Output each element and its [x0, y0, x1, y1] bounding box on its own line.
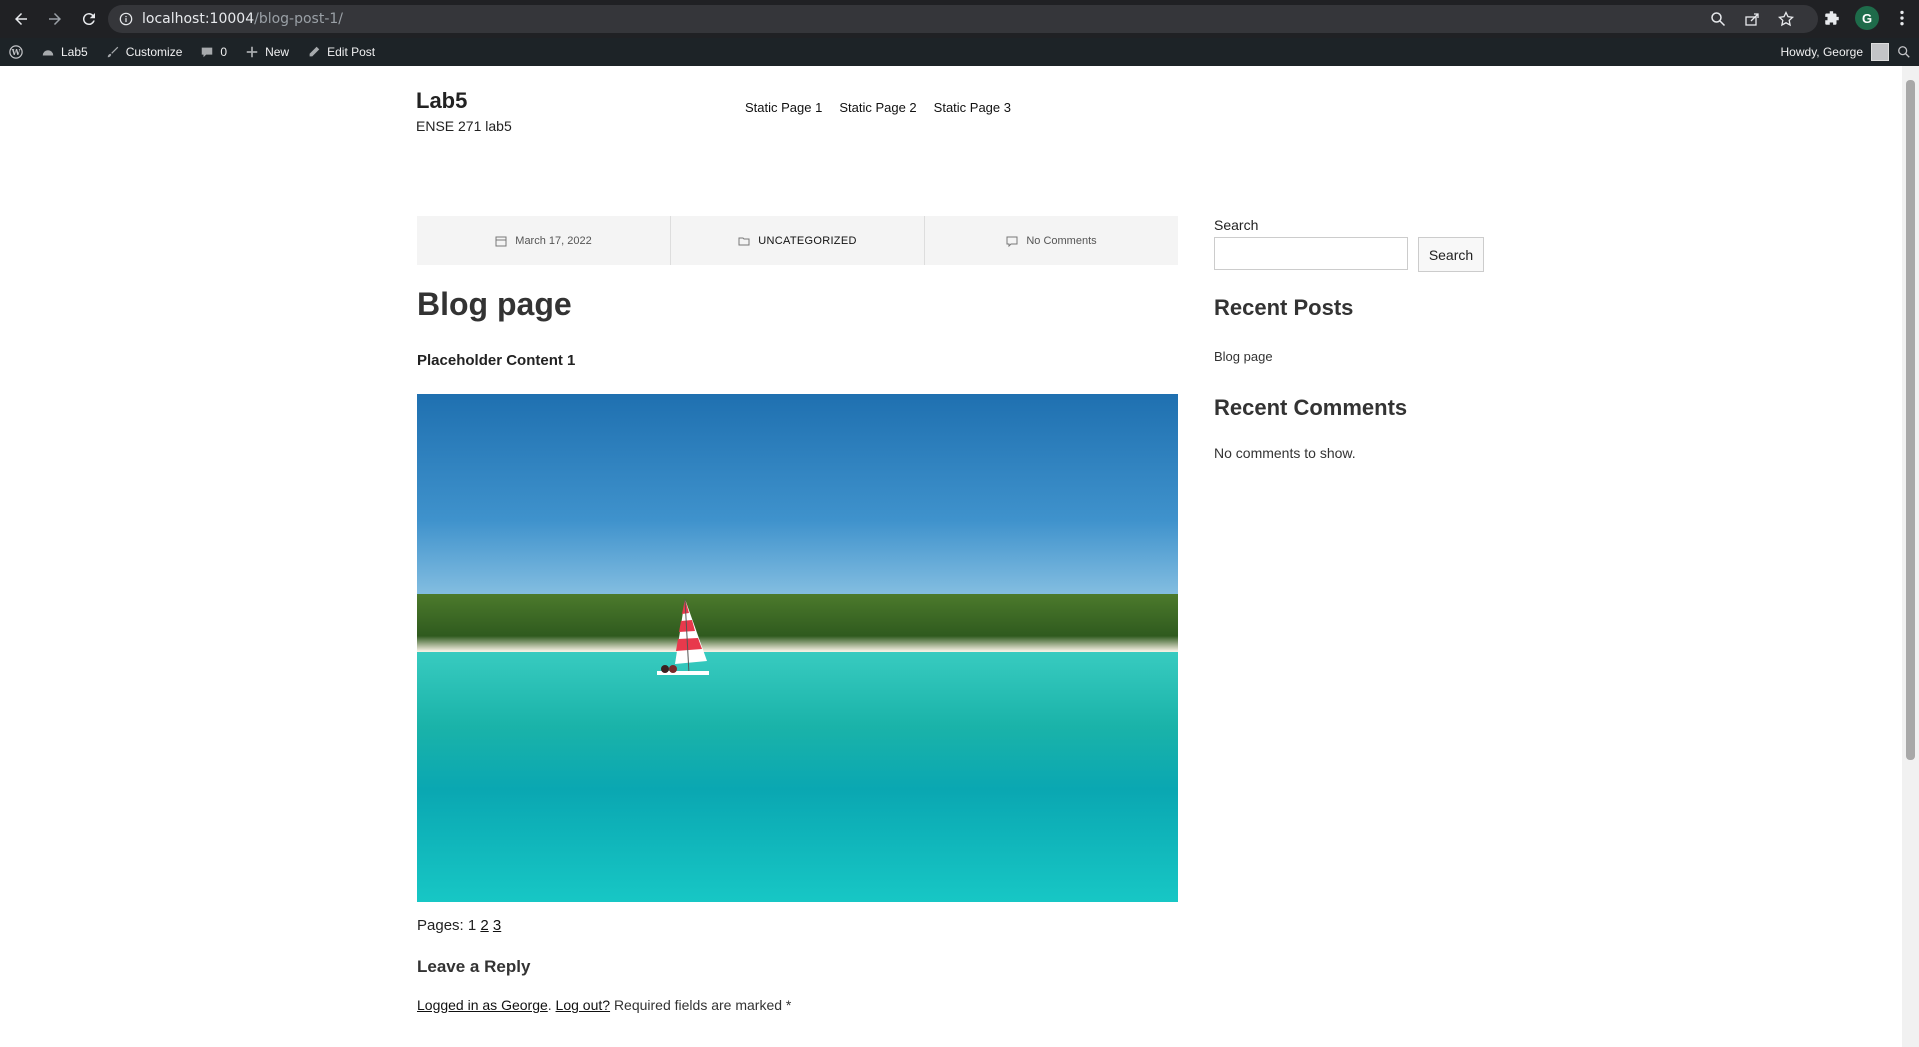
- post-date: March 17, 2022: [417, 216, 671, 265]
- pagination-link-2[interactable]: 2: [480, 917, 488, 934]
- reload-button[interactable]: [76, 6, 102, 32]
- post-meta: March 17, 2022 UNCATEGORIZED No Comments: [417, 216, 1178, 265]
- search-input[interactable]: [1214, 237, 1408, 270]
- recent-comments-title: Recent Comments: [1214, 395, 1408, 420]
- folder-icon: [738, 237, 750, 245]
- post-date-text[interactable]: March 17, 2022: [515, 235, 591, 247]
- address-bar-actions: [1710, 11, 1794, 27]
- back-button[interactable]: [8, 6, 34, 32]
- pagination-link-3[interactable]: 3: [493, 917, 501, 934]
- recent-comments-empty: No comments to show.: [1214, 445, 1356, 461]
- nav-item-static-page-3[interactable]: Static Page 3: [934, 100, 1011, 115]
- profile-avatar[interactable]: G: [1855, 6, 1879, 30]
- forward-button[interactable]: [42, 6, 68, 32]
- search-icon[interactable]: [1897, 45, 1911, 59]
- required-fields-text: Required fields are marked *: [613, 997, 792, 1013]
- wordpress-logo-icon: W: [9, 45, 23, 59]
- wp-comments[interactable]: 0: [191, 38, 236, 66]
- post-pagination: Pages: 1 2 3: [417, 917, 501, 934]
- address-bar[interactable]: localhost:10004/blog-post-1/: [108, 5, 1818, 33]
- search-button[interactable]: Search: [1418, 237, 1484, 272]
- menu-dots-icon[interactable]: [1893, 9, 1911, 27]
- user-avatar[interactable]: [1871, 43, 1889, 61]
- bookmark-star-icon[interactable]: [1778, 11, 1794, 27]
- reply-title: Leave a Reply: [417, 957, 531, 976]
- wp-logo-button[interactable]: W: [0, 38, 32, 66]
- zoom-icon[interactable]: [1710, 11, 1726, 27]
- reload-icon: [82, 13, 95, 26]
- post-comments-link[interactable]: No Comments: [1026, 235, 1096, 247]
- pencil-icon: [309, 46, 320, 57]
- post-comments: No Comments: [925, 216, 1178, 265]
- page-scrollbar[interactable]: [1902, 66, 1919, 1047]
- browser-actions: G: [1823, 6, 1911, 30]
- wp-edit-post[interactable]: Edit Post: [298, 38, 384, 66]
- share-icon[interactable]: [1744, 11, 1760, 27]
- post-title: Blog page: [417, 286, 572, 322]
- extensions-icon[interactable]: [1823, 9, 1841, 27]
- image-palm-shoreline: [417, 594, 1178, 654]
- pagination-label: Pages: 1: [417, 917, 477, 934]
- recent-posts-title: Recent Posts: [1214, 295, 1354, 320]
- url-path: /blog-post-1/: [254, 11, 344, 27]
- brush-icon: [107, 46, 118, 58]
- comma-separator: .: [547, 997, 556, 1013]
- dashboard-icon: [42, 50, 54, 56]
- post-featured-image: [417, 394, 1178, 902]
- sailboat-icon: [657, 599, 709, 675]
- recent-post-link[interactable]: Blog page: [1214, 349, 1273, 364]
- url-host: localhost:10004: [142, 11, 255, 27]
- wp-site-name[interactable]: Lab5: [32, 38, 97, 66]
- arrow-left-icon: [15, 13, 27, 25]
- wp-site-name-label: Lab5: [61, 45, 88, 59]
- wp-greeting[interactable]: Howdy, George: [1781, 45, 1863, 59]
- logout-link[interactable]: Log out?: [556, 997, 611, 1013]
- arrow-right-icon: [49, 13, 61, 25]
- wp-customize[interactable]: Customize: [97, 38, 192, 66]
- wp-comments-count: 0: [220, 45, 228, 59]
- wp-customize-label: Customize: [125, 45, 183, 59]
- site-title[interactable]: Lab5: [416, 88, 467, 114]
- nav-item-static-page-1[interactable]: Static Page 1: [745, 100, 822, 115]
- plus-icon: [246, 46, 258, 58]
- scrollbar-thumb[interactable]: [1906, 80, 1915, 760]
- svg-text:W: W: [11, 48, 21, 57]
- wp-new[interactable]: New: [236, 38, 298, 66]
- wp-edit-post-label: Edit Post: [327, 45, 376, 59]
- primary-nav: Static Page 1 Static Page 2 Static Page …: [745, 100, 1011, 115]
- logged-in-notice: Logged in as George. Log out? Required f…: [417, 997, 791, 1013]
- browser-toolbar: localhost:10004/blog-post-1/ G: [0, 0, 1919, 38]
- search-label: Search: [1214, 217, 1259, 233]
- post-placeholder-content: Placeholder Content 1: [417, 352, 576, 369]
- post-category-link[interactable]: UNCATEGORIZED: [758, 235, 856, 247]
- wp-admin-bar: W Lab5 Customize 0 New Edit Post Howdy, …: [0, 38, 1919, 66]
- image-sea: [417, 652, 1178, 902]
- nav-item-static-page-2[interactable]: Static Page 2: [839, 100, 916, 115]
- calendar-icon: [495, 236, 507, 246]
- post-category: UNCATEGORIZED: [671, 216, 925, 265]
- url-text[interactable]: localhost:10004/blog-post-1/: [142, 11, 343, 27]
- info-icon[interactable]: [118, 11, 134, 27]
- wp-account-area: Howdy, George: [1781, 38, 1911, 66]
- site-description: ENSE 271 lab5: [416, 118, 512, 134]
- logged-in-link[interactable]: Logged in as George: [417, 997, 548, 1013]
- comment-bubble-icon: [202, 47, 213, 58]
- wp-new-label: New: [265, 45, 290, 59]
- comment-icon: [1006, 236, 1018, 247]
- image-sky: [417, 394, 1178, 604]
